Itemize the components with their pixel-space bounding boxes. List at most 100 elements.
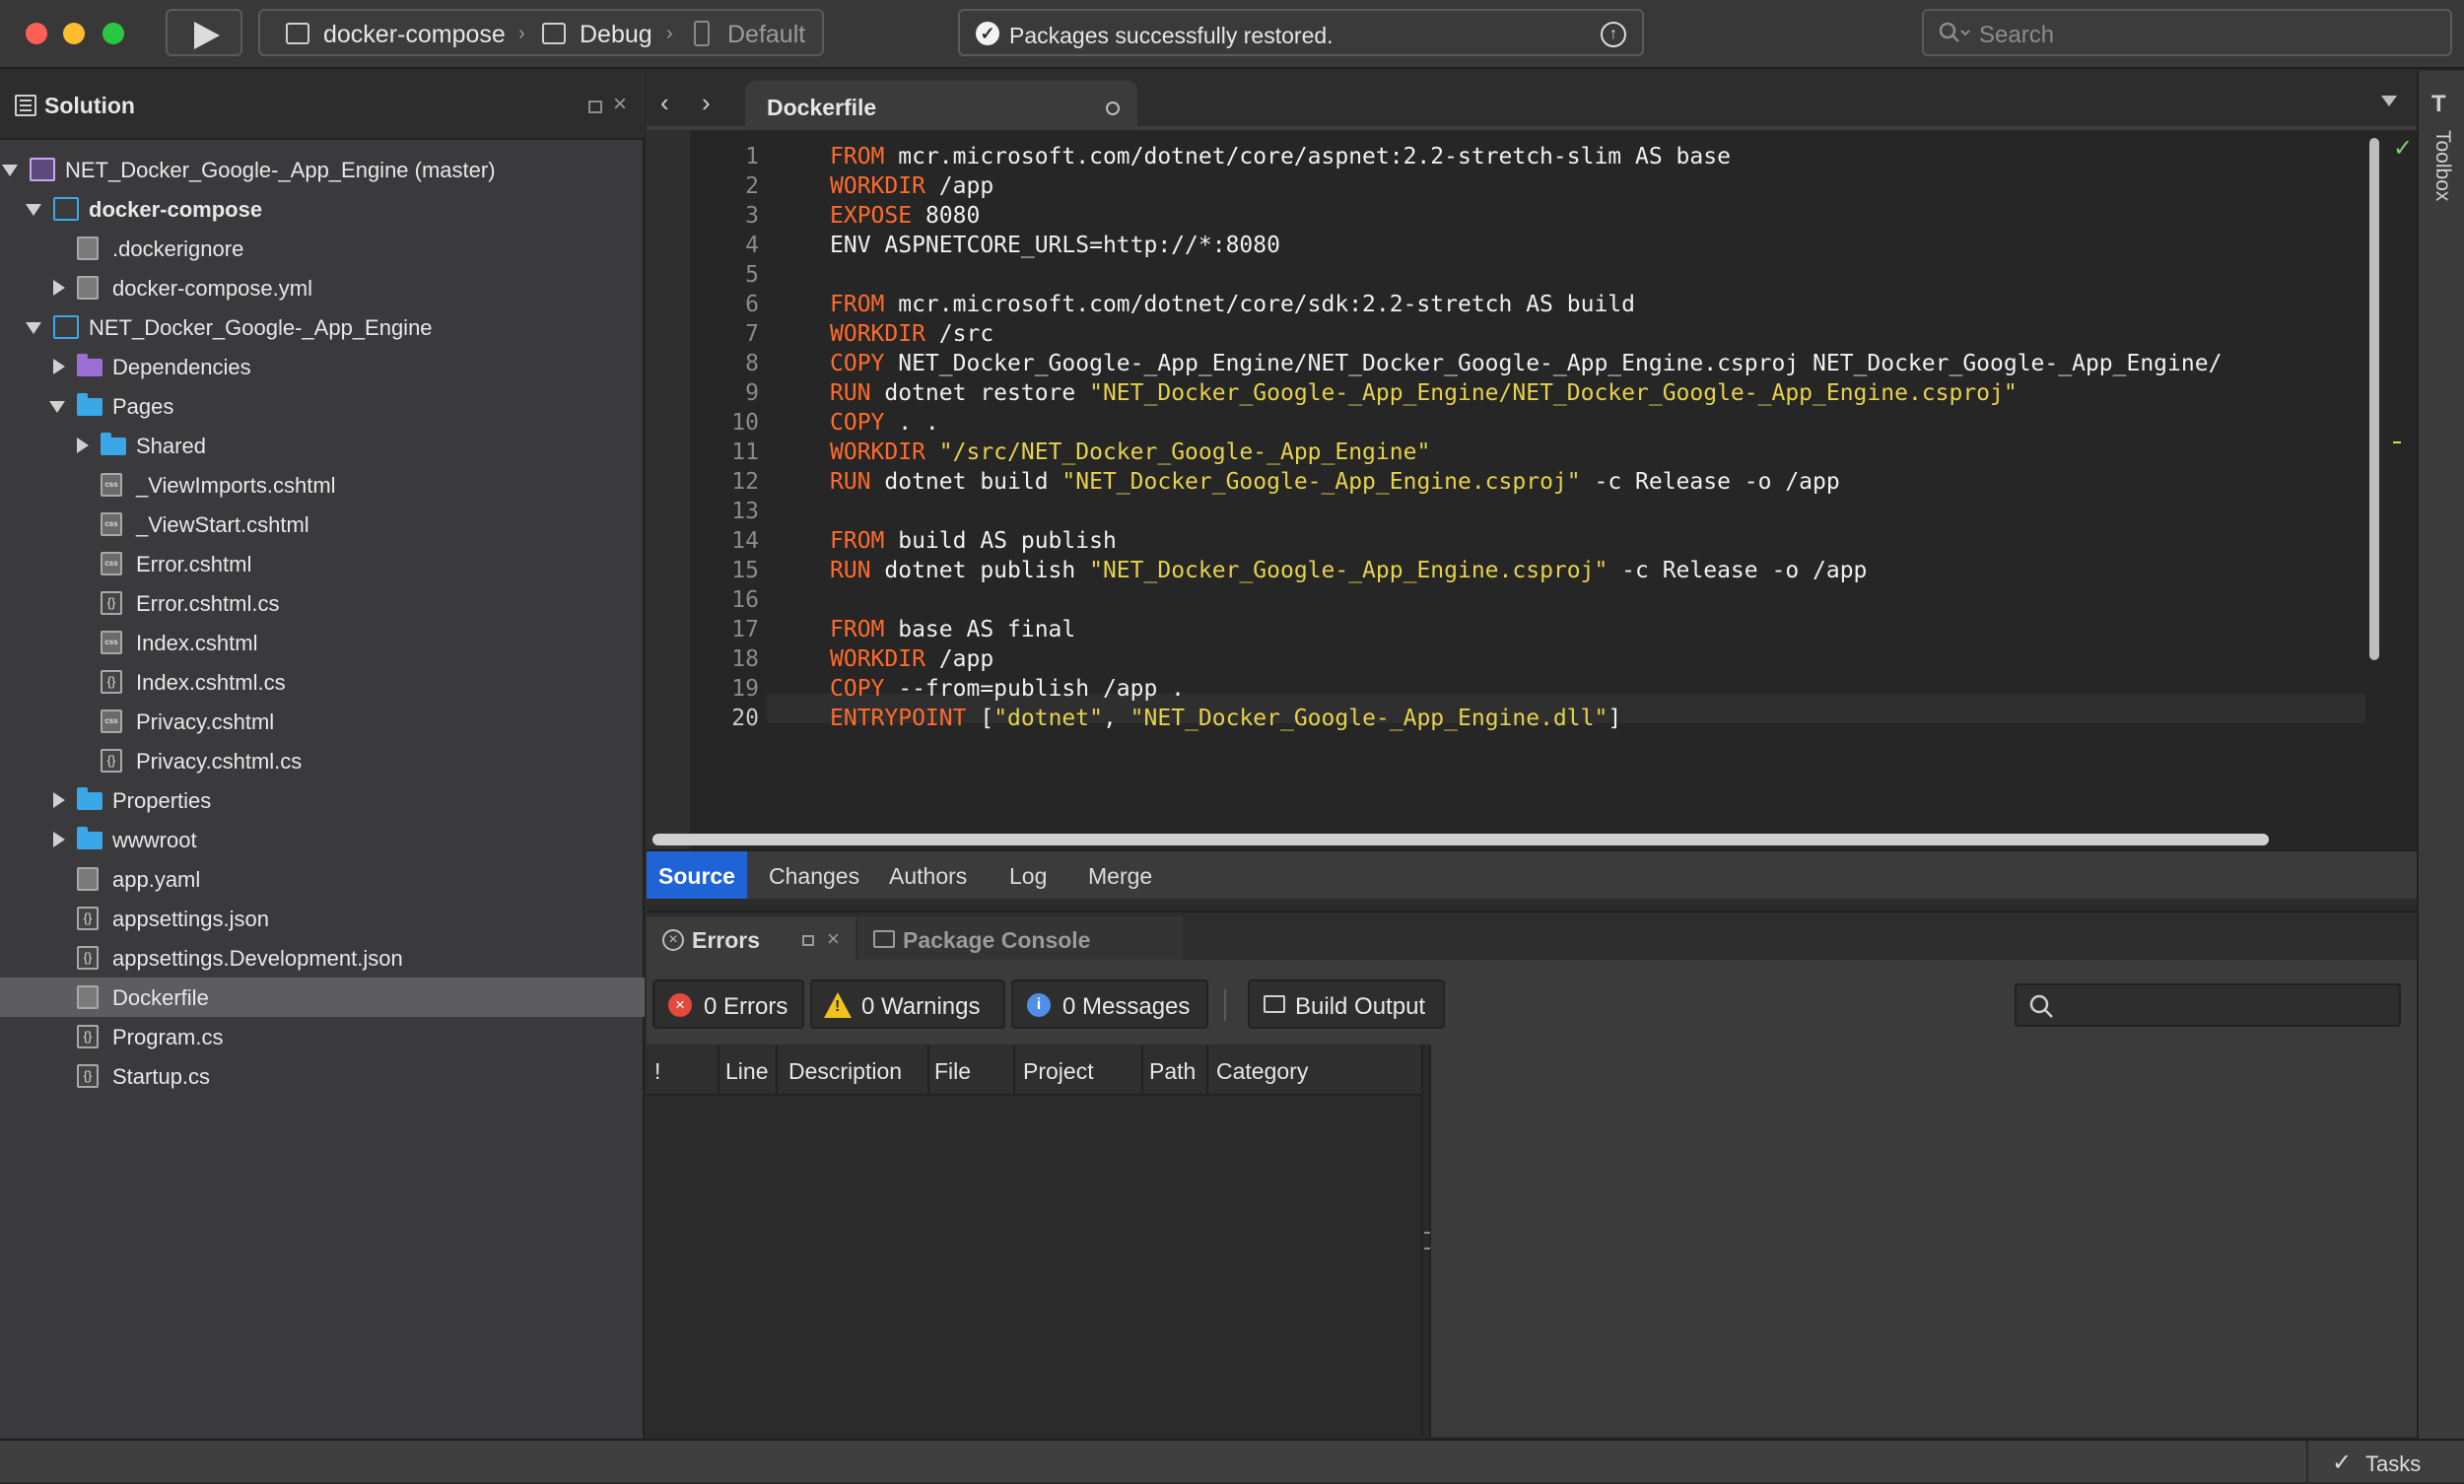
code-line[interactable]: EXPOSE 8080: [830, 203, 980, 229]
close-window-button[interactable]: [26, 23, 47, 44]
tab-list-dropdown-icon[interactable]: [2381, 96, 2397, 106]
tree-item[interactable]: app.yaml: [0, 859, 645, 899]
tree-item[interactable]: Shared: [0, 426, 645, 465]
arrow-up-circle-icon[interactable]: ↑: [1601, 22, 1626, 47]
toolbox-strip[interactable]: T Toolbox: [2417, 71, 2464, 1439]
column-project[interactable]: Project: [1023, 1058, 1094, 1085]
run-configuration-selector[interactable]: docker-compose › Debug › Default: [258, 9, 824, 56]
chevron-down-icon[interactable]: [49, 401, 65, 413]
code-line[interactable]: FROM mcr.microsoft.com/dotnet/core/sdk:2…: [830, 292, 1635, 317]
tree-item[interactable]: css Error.cshtml: [0, 544, 645, 583]
config-mode[interactable]: Debug: [580, 21, 652, 49]
tree-item[interactable]: {} Program.cs: [0, 1017, 645, 1056]
column-line[interactable]: Line: [725, 1058, 768, 1085]
column-category[interactable]: Category: [1216, 1058, 1308, 1085]
build-output-button[interactable]: Build Output: [1248, 979, 1445, 1029]
chevron-right-icon[interactable]: [53, 280, 65, 296]
column-file[interactable]: File: [934, 1058, 971, 1085]
code-line[interactable]: ENTRYPOINT ["dotnet", "NET_Docker_Google…: [830, 706, 1621, 731]
column-path[interactable]: Path: [1149, 1058, 1196, 1085]
code-line[interactable]: FROM build AS publish: [830, 528, 1117, 554]
tasks-button[interactable]: ✓ Tasks: [2306, 1441, 2464, 1484]
tree-item[interactable]: Dependencies: [0, 347, 645, 386]
tab-merge[interactable]: Merge: [1076, 851, 1164, 899]
tab-changes[interactable]: Changes: [757, 851, 871, 899]
tree-item[interactable]: {} appsettings.json: [0, 899, 645, 938]
tree-item[interactable]: {} Startup.cs: [0, 1056, 645, 1096]
zoom-window-button[interactable]: [103, 23, 124, 44]
tab-errors[interactable]: × Errors ×: [647, 916, 856, 962]
column-description[interactable]: Description: [788, 1058, 902, 1085]
tree-item[interactable]: docker-compose: [0, 189, 645, 229]
code-line[interactable]: RUN dotnet restore "NET_Docker_Google-_A…: [830, 380, 2018, 406]
dock-icon[interactable]: [802, 935, 814, 946]
tree-item[interactable]: Dockerfile: [0, 978, 645, 1017]
close-tab-icon[interactable]: [1106, 101, 1120, 115]
errors-search-input[interactable]: [2015, 983, 2401, 1027]
minimize-window-button[interactable]: [63, 23, 85, 44]
dock-icon[interactable]: [588, 101, 602, 113]
tree-item[interactable]: Properties: [0, 780, 645, 820]
chevron-right-icon[interactable]: [53, 359, 65, 374]
tree-item[interactable]: wwwroot: [0, 820, 645, 859]
tree-item[interactable]: Pages: [0, 386, 645, 426]
vertical-scrollbar[interactable]: [2369, 138, 2379, 660]
global-search-input[interactable]: Search: [1922, 9, 2452, 56]
close-icon[interactable]: ×: [827, 926, 840, 952]
tree-item[interactable]: {} Privacy.cshtml.cs: [0, 741, 645, 780]
tree-item[interactable]: {} appsettings.Development.json: [0, 938, 645, 978]
chevron-right-icon[interactable]: [53, 792, 65, 808]
config-project[interactable]: docker-compose: [323, 21, 506, 49]
chevron-right-icon[interactable]: [77, 438, 89, 453]
line-number: 19: [731, 676, 759, 702]
cs-file-icon: {}: [101, 591, 122, 615]
code-line[interactable]: WORKDIR /app: [830, 173, 993, 199]
code-editor[interactable]: 1 2 3 4 5 6 7 8 9 10 11 12 13 14 15 16 17 18 19 20 FROM mcr…: [647, 130, 2417, 849]
tree-item[interactable]: css _ViewStart.cshtml: [0, 505, 645, 544]
run-button[interactable]: [166, 9, 242, 56]
column-severity[interactable]: !: [654, 1058, 660, 1085]
code-line[interactable]: RUN dotnet publish "NET_Docker_Google-_A…: [830, 558, 1867, 583]
nav-back-icon[interactable]: ‹: [660, 88, 669, 118]
errors-pad-tabs: × Errors × Package Console: [647, 911, 2417, 962]
close-icon[interactable]: ×: [613, 91, 627, 118]
tree-item[interactable]: docker-compose.yml: [0, 268, 645, 307]
code-line[interactable]: COPY --from=publish /app .: [830, 676, 1185, 702]
tab-log[interactable]: Log: [997, 851, 1059, 899]
code-line[interactable]: ENV ASPNETCORE_URLS=http://*:8080: [830, 233, 1280, 258]
tree-item[interactable]: .dockerignore: [0, 229, 645, 268]
chevron-down-icon[interactable]: [26, 322, 41, 334]
tab-dockerfile[interactable]: Dockerfile: [745, 81, 1137, 134]
code-line[interactable]: COPY . .: [830, 410, 939, 436]
code-line[interactable]: WORKDIR /app: [830, 646, 993, 672]
tree-item[interactable]: css Index.cshtml: [0, 623, 645, 662]
chevron-down-icon[interactable]: [2, 165, 18, 176]
line-number: 5: [745, 262, 759, 288]
config-target[interactable]: Default: [727, 21, 805, 49]
code-line[interactable]: WORKDIR /src: [830, 321, 993, 347]
messages-filter-button[interactable]: i 0 Messages: [1011, 979, 1208, 1029]
tree-item[interactable]: css Privacy.cshtml: [0, 702, 645, 741]
code-line[interactable]: FROM base AS final: [830, 617, 1075, 642]
chevron-down-icon[interactable]: [26, 204, 41, 216]
code-line[interactable]: COPY NET_Docker_Google-_App_Engine/NET_D…: [830, 351, 2222, 376]
pane-splitter[interactable]: [1421, 1045, 1431, 1437]
tree-item[interactable]: {} Error.cshtml.cs: [0, 583, 645, 623]
tree-item[interactable]: css _ViewImports.cshtml: [0, 465, 645, 505]
info-icon: i: [1027, 993, 1051, 1017]
tree-item[interactable]: {} Index.cshtml.cs: [0, 662, 645, 702]
nav-forward-icon[interactable]: ›: [702, 88, 711, 118]
tab-package-console[interactable]: Package Console: [857, 916, 1183, 962]
tab-source[interactable]: Source: [647, 851, 747, 899]
code-line[interactable]: RUN dotnet build "NET_Docker_Google-_App…: [830, 469, 1840, 495]
chevron-right-icon[interactable]: [53, 832, 65, 847]
errors-filter-button[interactable]: × 0 Errors: [652, 979, 804, 1029]
tree-item[interactable]: NET_Docker_Google-_App_Engine: [0, 307, 645, 347]
tab-authors[interactable]: Authors: [877, 851, 979, 899]
code-line[interactable]: WORKDIR "/src/NET_Docker_Google-_App_Eng…: [830, 439, 1430, 465]
warnings-filter-button[interactable]: ! 0 Warnings: [810, 979, 1005, 1029]
tree-item[interactable]: NET_Docker_Google-_App_Engine (master): [0, 150, 645, 189]
code-line[interactable]: FROM mcr.microsoft.com/dotnet/core/aspne…: [830, 144, 1731, 169]
horizontal-scrollbar[interactable]: [652, 834, 2269, 845]
code-token: . .: [884, 410, 939, 436]
